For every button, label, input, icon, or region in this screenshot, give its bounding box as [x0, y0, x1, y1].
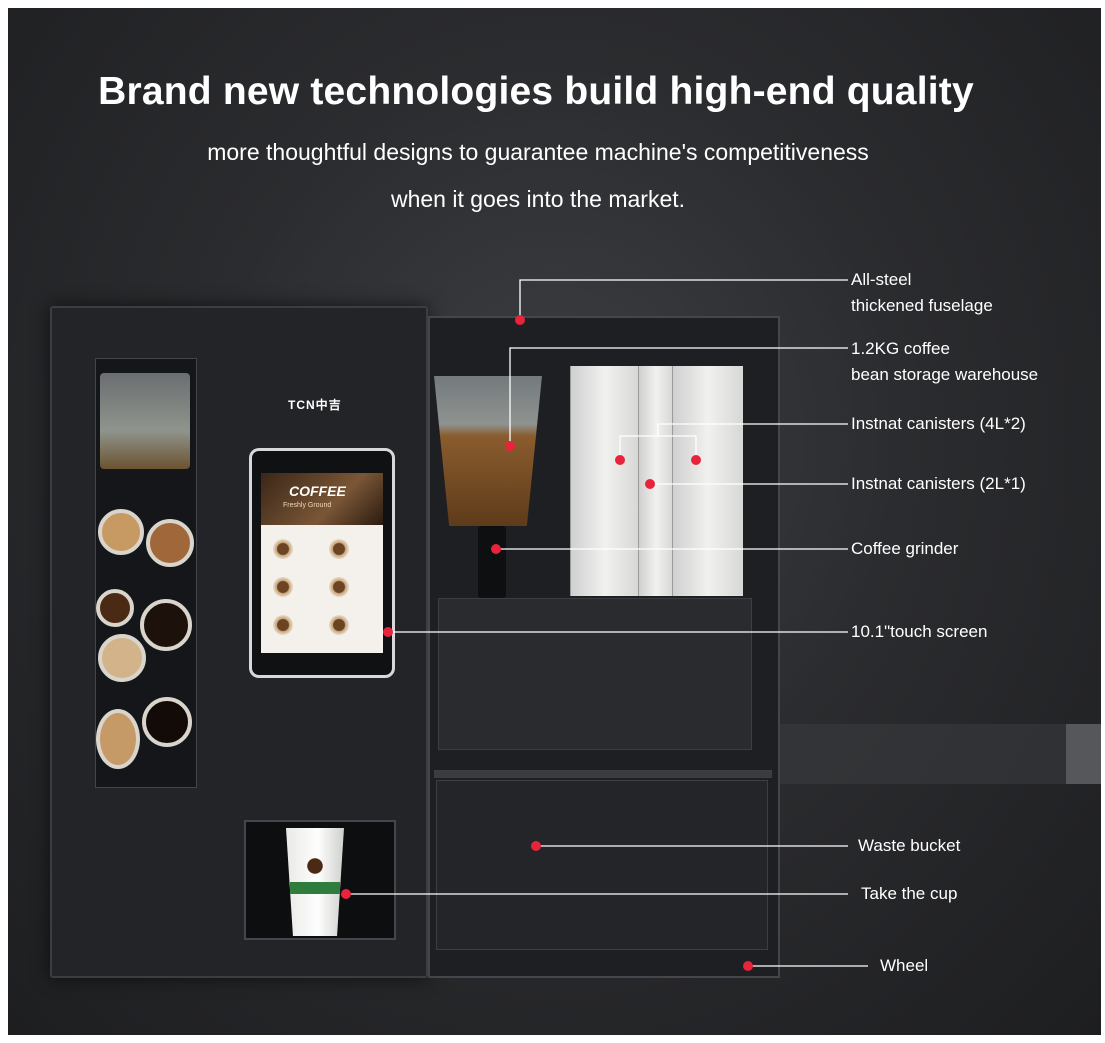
marker-dot [341, 889, 351, 899]
marker-dot [615, 455, 625, 465]
marker-dot [743, 961, 753, 971]
callout-fuselage-line-2: thickened fuselage [851, 296, 993, 315]
callout-wheel: Wheel [880, 956, 929, 975]
callout-touch-screen: 10.1"touch screen [851, 622, 988, 641]
callout-waste-bucket: Waste bucket [858, 836, 961, 855]
callout-canisters-2l: Instnat canisters (2L*1) [851, 474, 1026, 493]
marker-dot [531, 841, 541, 851]
marker-dot [491, 544, 501, 554]
callout-fuselage-line-1: All-steel [851, 270, 912, 289]
marker-dot [645, 479, 655, 489]
callout-bean-line-2: bean storage warehouse [851, 365, 1039, 384]
callout-canisters-4l: Instnat canisters (4L*2) [851, 414, 1026, 433]
poster: Brand new technologies build high-end qu… [8, 8, 1101, 1035]
marker-dot [505, 441, 515, 451]
callout-take-cup: Take the cup [861, 884, 958, 903]
marker-dot [515, 315, 525, 325]
callout-bean-line-1: 1.2KG coffee [851, 339, 950, 358]
callout-fuselage: All-steel thickened fuselage [851, 267, 993, 319]
marker-dot [383, 627, 393, 637]
callout-bean-storage: 1.2KG coffee bean storage warehouse [851, 336, 1038, 388]
marker-dot [691, 455, 701, 465]
callout-grinder: Coffee grinder [851, 539, 959, 558]
